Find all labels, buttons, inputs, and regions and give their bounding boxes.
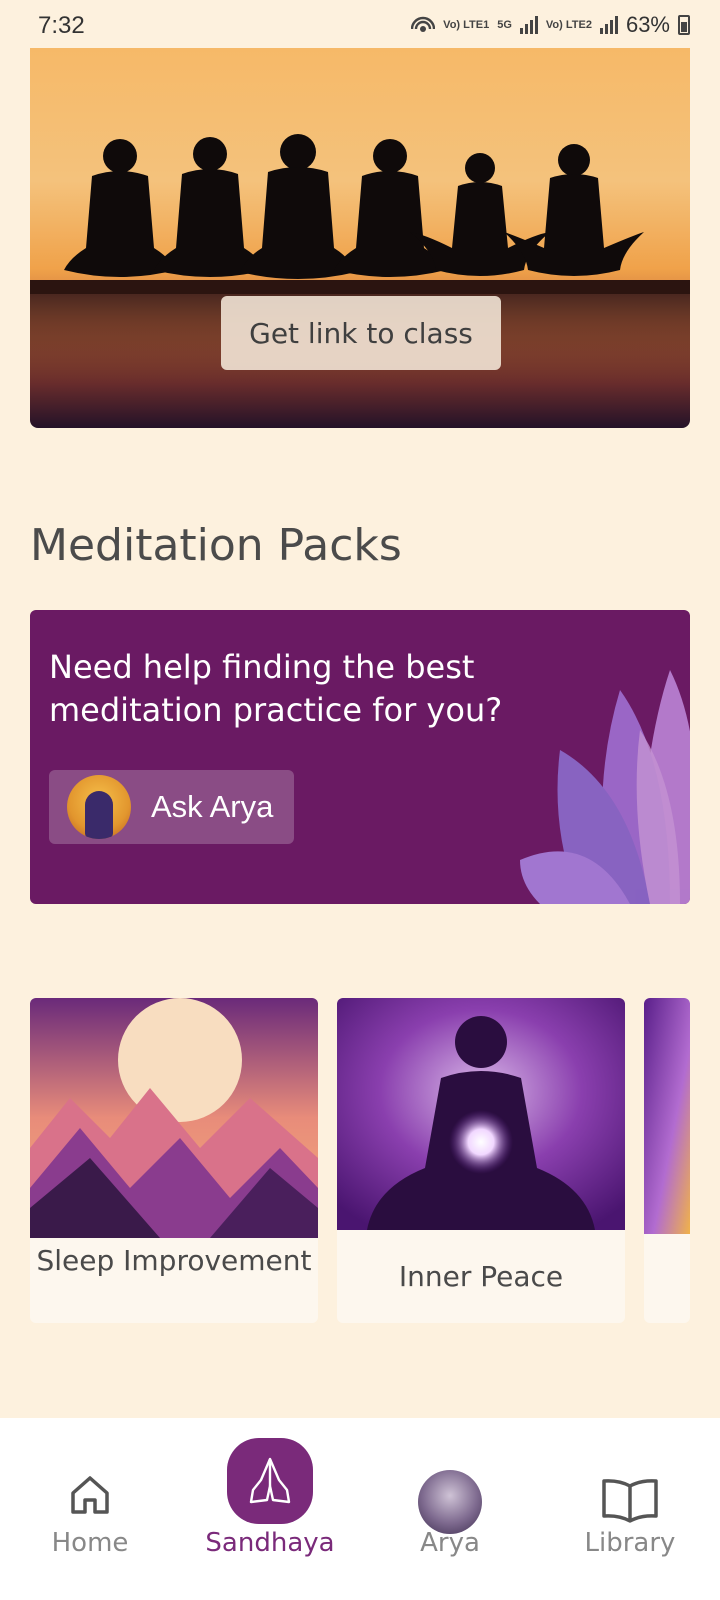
arya-avatar-icon bbox=[67, 775, 131, 839]
nav-label-sandhaya: Sandhaya bbox=[205, 1528, 335, 1558]
arya-promo-card: Need help finding the best meditation pr… bbox=[30, 610, 690, 904]
nav-home[interactable]: Home bbox=[0, 1418, 180, 1600]
ask-arya-button[interactable]: Ask Arya bbox=[49, 770, 294, 844]
pack-label: Sleep Improvement bbox=[36, 1244, 312, 1277]
page-title: Meditation Packs bbox=[30, 520, 402, 571]
nav-label-library: Library bbox=[584, 1528, 676, 1558]
network-label-lte2: Vo) LTE2 bbox=[545, 18, 592, 31]
home-icon bbox=[71, 1476, 109, 1514]
promo-text: Need help finding the best meditation pr… bbox=[49, 648, 503, 729]
network-label-lte1: Vo) LTE1 bbox=[443, 18, 490, 31]
nav-arya[interactable]: Arya bbox=[360, 1418, 540, 1600]
battery-icon bbox=[678, 15, 690, 35]
pack-card-inner-peace[interactable]: Inner Peace bbox=[337, 998, 625, 1323]
pack-card-partial[interactable] bbox=[644, 998, 690, 1323]
mountain-sunset-image bbox=[30, 998, 318, 1238]
lotus-icon bbox=[520, 670, 690, 904]
nav-library[interactable]: Library bbox=[540, 1418, 720, 1600]
avatar bbox=[418, 1470, 482, 1534]
meditating-silhouettes-image bbox=[30, 134, 690, 384]
nav-label-arya: Arya bbox=[420, 1528, 480, 1558]
class-hero-card[interactable]: Get link to class bbox=[30, 48, 690, 428]
nav-label-home: Home bbox=[51, 1528, 129, 1558]
status-icons: Vo) LTE1 5G Vo) LTE2 63% bbox=[411, 12, 690, 38]
battery-percent: 63% bbox=[625, 12, 670, 37]
pack-card-sleep-improvement[interactable]: Sleep Improvement bbox=[30, 998, 318, 1323]
praying-hands-icon bbox=[249, 1457, 291, 1504]
book-icon bbox=[602, 1479, 658, 1523]
ask-arya-label: Ask Arya bbox=[151, 789, 274, 824]
signal-bars-1-icon bbox=[519, 16, 538, 34]
meditating-figure-image bbox=[337, 998, 625, 1230]
network-label-5g: 5G bbox=[497, 18, 512, 31]
pack-label: Inner Peace bbox=[398, 1260, 564, 1293]
status-bar: 7:32 Vo) LTE1 5G Vo) LTE2 63% bbox=[0, 0, 720, 50]
hotspot-icon bbox=[411, 16, 436, 32]
bottom-nav: Home Sandhaya Arya Library bbox=[0, 1418, 720, 1600]
get-class-link-button[interactable]: Get link to class bbox=[221, 296, 501, 370]
signal-bars-2-icon bbox=[599, 16, 618, 34]
status-time: 7:32 bbox=[38, 12, 85, 39]
nav-sandhaya[interactable]: Sandhaya bbox=[180, 1418, 360, 1600]
pack-partial-image bbox=[644, 998, 690, 1234]
